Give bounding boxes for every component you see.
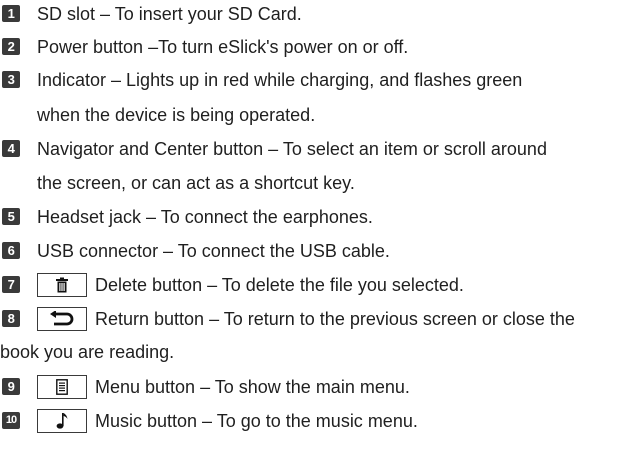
music-key xyxy=(37,409,87,433)
menu-list-icon xyxy=(56,379,68,395)
item-text: Menu button – To show the main menu. xyxy=(95,377,410,397)
item-number-badge: 3 xyxy=(2,71,20,88)
music-note-icon xyxy=(56,413,68,429)
item-text: Power button –To turn eSlick's power on … xyxy=(37,37,409,57)
item-text: Music button – To go to the music menu. xyxy=(95,411,418,431)
item-number-badge: 4 xyxy=(2,140,20,157)
menu-key xyxy=(37,375,87,399)
item-number-badge: 5 xyxy=(2,208,20,225)
item-text: Return button – To return to the previou… xyxy=(95,309,575,329)
item-number-badge: 8 xyxy=(2,310,20,327)
item-text-row: Menu button – To show the main menu. xyxy=(37,375,410,399)
item-text-continuation: book you are reading. xyxy=(0,342,175,362)
item-number-badge: 6 xyxy=(2,242,20,259)
item-text-row: Return button – To return to the previou… xyxy=(37,307,575,331)
item-text-row: Delete button – To delete the file you s… xyxy=(37,273,464,297)
item-number-badge: 7 xyxy=(2,276,20,293)
trash-icon xyxy=(56,277,68,293)
item-number-badge: 9 xyxy=(2,378,20,395)
item-number-badge: 1 xyxy=(2,5,20,22)
item-text-continuation: when the device is being operated. xyxy=(37,105,316,125)
item-number-badge: 10 xyxy=(2,412,20,429)
item-number-badge: 2 xyxy=(2,38,20,55)
return-arrow-icon xyxy=(50,311,74,326)
item-text-continuation: the screen, or can act as a shortcut key… xyxy=(37,173,355,193)
delete-key xyxy=(37,273,87,297)
item-text: Delete button – To delete the file you s… xyxy=(95,275,464,295)
item-text-row: Music button – To go to the music menu. xyxy=(37,409,418,433)
item-text: Indicator – Lights up in red while charg… xyxy=(37,70,523,90)
item-text: Headset jack – To connect the earphones. xyxy=(37,207,373,227)
item-text: Navigator and Center button – To select … xyxy=(37,139,547,159)
return-key xyxy=(37,307,87,331)
item-text: USB connector – To connect the USB cable… xyxy=(37,241,390,261)
item-text: SD slot – To insert your SD Card. xyxy=(37,4,302,24)
